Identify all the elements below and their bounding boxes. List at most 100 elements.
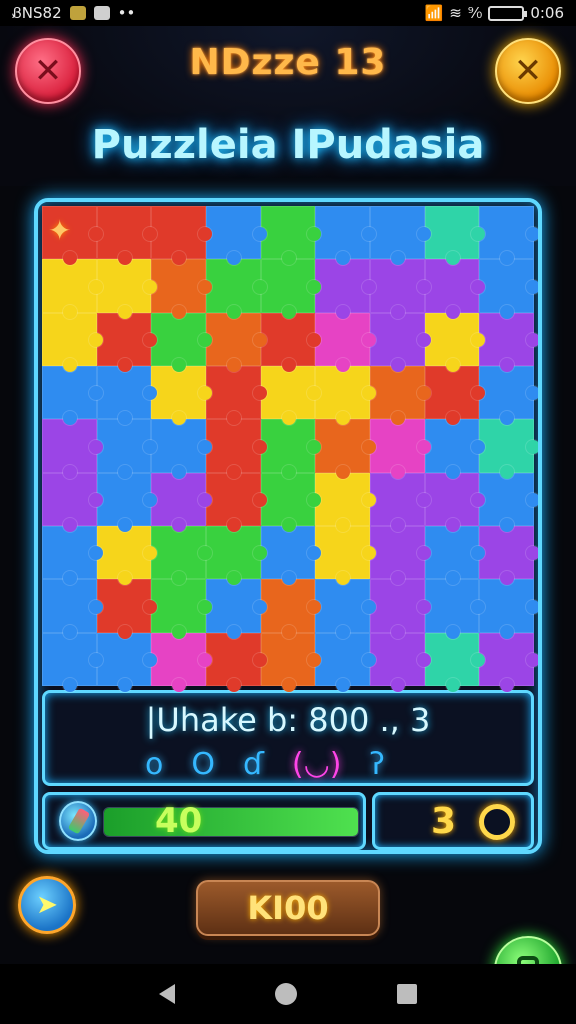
recent-square-icon[interactable] bbox=[397, 984, 417, 1004]
puzzle-piece[interactable] bbox=[370, 206, 431, 266]
puzzle-piece[interactable] bbox=[96, 525, 157, 586]
close-icon: ✕ bbox=[513, 51, 543, 91]
puzzle-piece[interactable] bbox=[260, 259, 321, 320]
puzzle-piece[interactable] bbox=[424, 579, 485, 640]
puzzle-piece[interactable] bbox=[424, 419, 485, 480]
puzzle-piece[interactable] bbox=[315, 579, 376, 640]
puzzle-piece[interactable] bbox=[42, 312, 103, 373]
home-circle-icon[interactable] bbox=[275, 983, 297, 1005]
puzzle-piece[interactable] bbox=[151, 206, 212, 266]
puzzle-piece[interactable] bbox=[42, 259, 103, 320]
ring-icon bbox=[479, 804, 515, 840]
puzzle-piece[interactable] bbox=[479, 525, 538, 586]
puzzle-piece[interactable] bbox=[315, 419, 376, 480]
puzzle-piece[interactable] bbox=[96, 472, 157, 533]
puzzle-piece[interactable] bbox=[424, 472, 485, 533]
puzzle-piece[interactable] bbox=[206, 206, 267, 266]
puzzle-piece[interactable] bbox=[96, 579, 157, 640]
back-triangle-icon[interactable] bbox=[159, 984, 175, 1004]
puzzle-piece[interactable] bbox=[424, 259, 485, 320]
puzzle-piece[interactable] bbox=[424, 206, 485, 266]
puzzle-piece[interactable] bbox=[151, 365, 212, 426]
puzzle-piece[interactable] bbox=[96, 632, 157, 693]
puzzle-piece[interactable] bbox=[370, 259, 431, 320]
puzzle-piece[interactable] bbox=[260, 419, 321, 480]
glyph-icon: (◡) bbox=[291, 747, 342, 782]
puzzle-piece[interactable] bbox=[42, 472, 103, 533]
puzzle-piece[interactable] bbox=[260, 632, 321, 693]
puzzle-piece[interactable] bbox=[315, 206, 376, 266]
puzzle-piece[interactable] bbox=[260, 312, 321, 373]
puzzle-piece[interactable] bbox=[370, 579, 431, 640]
puzzle-piece[interactable] bbox=[479, 206, 538, 266]
puzzle-piece[interactable] bbox=[206, 419, 267, 480]
progress-box: 40 bbox=[42, 792, 366, 850]
game-title: Puzzleia IPudasia bbox=[91, 122, 485, 168]
close-right-button[interactable]: ✕ bbox=[495, 38, 561, 104]
puzzle-piece[interactable] bbox=[42, 632, 103, 693]
puzzle-piece[interactable] bbox=[260, 472, 321, 533]
puzzle-piece[interactable] bbox=[424, 312, 485, 373]
puzzle-piece[interactable] bbox=[370, 632, 431, 693]
puzzle-piece[interactable] bbox=[206, 632, 267, 693]
puzzle-piece[interactable] bbox=[42, 365, 103, 426]
puzzle-piece[interactable] bbox=[370, 472, 431, 533]
puzzle-piece[interactable] bbox=[424, 365, 485, 426]
puzzle-piece[interactable] bbox=[370, 312, 431, 373]
puzzle-piece[interactable] bbox=[479, 419, 538, 480]
signal-icon: 📶 bbox=[424, 4, 444, 22]
puzzle-piece[interactable] bbox=[96, 365, 157, 426]
hint-button[interactable]: ➤ bbox=[18, 876, 76, 934]
puzzle-piece[interactable] bbox=[315, 525, 376, 586]
puzzle-piece[interactable] bbox=[96, 259, 157, 320]
puzzle-piece[interactable] bbox=[479, 259, 538, 320]
glyph-row: o O ɗ (◡) ʔ bbox=[145, 747, 385, 782]
puzzle-piece[interactable] bbox=[96, 206, 157, 266]
puzzle-piece[interactable] bbox=[206, 472, 267, 533]
puzzle-piece[interactable] bbox=[260, 525, 321, 586]
puzzle-piece[interactable] bbox=[206, 365, 267, 426]
puzzle-piece[interactable] bbox=[206, 525, 267, 586]
glyph-icon: O bbox=[191, 747, 215, 782]
puzzle-piece[interactable] bbox=[206, 579, 267, 640]
puzzle-piece[interactable] bbox=[315, 632, 376, 693]
puzzle-piece[interactable] bbox=[151, 472, 212, 533]
puzzle-piece[interactable] bbox=[206, 312, 267, 373]
puzzle-piece[interactable] bbox=[151, 525, 212, 586]
puzzle-piece[interactable] bbox=[151, 312, 212, 373]
puzzle-piece[interactable] bbox=[315, 472, 376, 533]
puzzle-piece[interactable] bbox=[260, 579, 321, 640]
puzzle-piece[interactable] bbox=[479, 632, 538, 693]
puzzle-piece[interactable] bbox=[370, 419, 431, 480]
puzzle-piece[interactable] bbox=[260, 206, 321, 266]
puzzle-piece[interactable] bbox=[42, 579, 103, 640]
puzzle-piece[interactable] bbox=[479, 579, 538, 640]
puzzle-piece[interactable] bbox=[96, 419, 157, 480]
puzzle-piece[interactable] bbox=[151, 579, 212, 640]
puzzle-piece[interactable] bbox=[42, 419, 103, 480]
compass-icon: ➤ bbox=[36, 890, 58, 920]
puzzle-piece[interactable] bbox=[315, 365, 376, 426]
level-title: NDzze 13 bbox=[189, 42, 387, 83]
main-action-button[interactable]: KI00 bbox=[196, 880, 380, 936]
puzzle-piece[interactable] bbox=[479, 365, 538, 426]
puzzle-piece[interactable] bbox=[315, 312, 376, 373]
puzzle-piece[interactable] bbox=[151, 632, 212, 693]
puzzle-piece[interactable] bbox=[370, 525, 431, 586]
puzzle-piece[interactable] bbox=[96, 312, 157, 373]
puzzle-grid[interactable] bbox=[42, 206, 538, 693]
puzzle-piece[interactable] bbox=[151, 419, 212, 480]
puzzle-piece[interactable] bbox=[42, 525, 103, 586]
score-count: 3 bbox=[431, 801, 457, 842]
puzzle-piece[interactable] bbox=[151, 259, 212, 320]
puzzle-piece[interactable] bbox=[206, 259, 267, 320]
puzzle-piece[interactable] bbox=[479, 472, 538, 533]
puzzle-piece[interactable] bbox=[424, 525, 485, 586]
puzzle-piece[interactable] bbox=[479, 312, 538, 373]
puzzle-piece[interactable] bbox=[370, 365, 431, 426]
battery-icon bbox=[488, 5, 528, 21]
gem-icon bbox=[59, 801, 97, 841]
puzzle-piece[interactable] bbox=[315, 259, 376, 320]
puzzle-piece[interactable] bbox=[260, 365, 321, 426]
puzzle-piece[interactable] bbox=[424, 632, 485, 693]
